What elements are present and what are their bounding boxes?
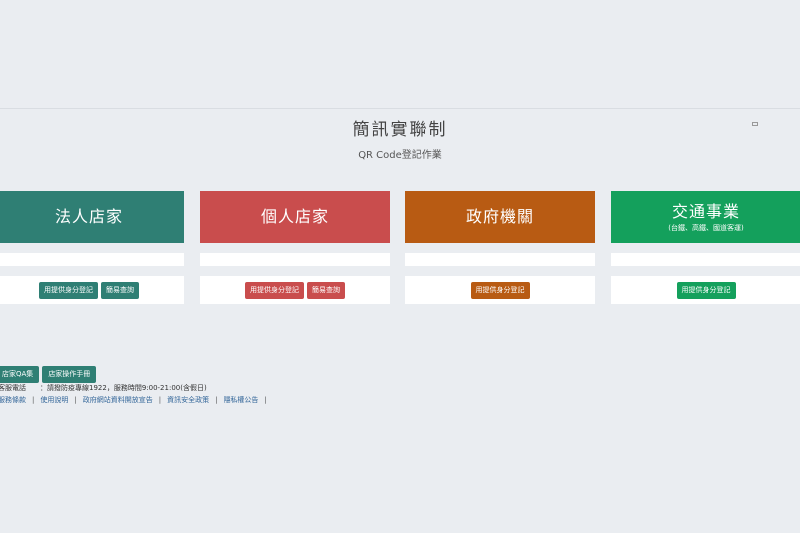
link-usage[interactable]: 使用說明	[40, 396, 68, 404]
card-header[interactable]: 法人店家	[0, 191, 184, 243]
register-button[interactable]: 用提供身分登記	[470, 281, 530, 299]
link-privacy[interactable]: 隱私權公告	[223, 396, 258, 404]
register-button[interactable]: 用提供身分登記	[245, 281, 304, 299]
card-actions: 用提供身分登記 簡易查詢	[0, 276, 184, 304]
link-terms[interactable]: 服務條款	[0, 396, 26, 404]
card-actions: 用提供身分登記 簡易查詢	[200, 276, 390, 304]
card-header[interactable]: 政府機關	[405, 191, 595, 243]
card-actions: 用提供身分登記	[611, 276, 800, 304]
card-header[interactable]: 交通事業 (台鐵、高鐵、國道客運)	[611, 191, 800, 243]
store-manual-button[interactable]: 店家操作手冊	[42, 366, 97, 383]
card-title: 個人店家	[260, 207, 329, 226]
quick-query-button[interactable]: 簡易查詢	[101, 281, 139, 299]
register-button[interactable]: 用提供身分登記	[39, 281, 98, 299]
card-subtitle: (台鐵、高鐵、國道客運)	[668, 223, 744, 232]
page-header: 簡訊實聯制 QR Code登記作業	[0, 118, 800, 161]
footer-links: 服務條款 | 使用說明 | 政府網站資料開放宣告 | 資訊安全政策 | 隱私權公告 |	[0, 395, 273, 405]
link-open-data[interactable]: 政府網站資料開放宣告	[83, 396, 153, 404]
card-title: 政府機關	[465, 207, 534, 226]
card-title: 交通事業	[671, 201, 740, 221]
card-title: 法人店家	[54, 207, 123, 226]
card-government-agency: 政府機關 用提供身分登記	[405, 191, 595, 304]
quick-query-button[interactable]: 簡易查詢	[307, 281, 345, 299]
card-transport-business: 交通事業 (台鐵、高鐵、國道客運) 用提供身分登記	[611, 191, 800, 304]
link-security-policy[interactable]: 資訊安全政策	[167, 396, 209, 404]
card-actions: 用提供身分登記	[405, 276, 595, 304]
card-header[interactable]: 個人店家	[200, 191, 390, 243]
page-subtitle: QR Code登記作業	[358, 150, 442, 161]
link-separator: |	[158, 396, 162, 404]
link-separator: |	[74, 396, 77, 404]
link-separator: |	[264, 396, 267, 404]
hotline-info: 客服電話 ：請撥防疫專線1922，服務時間9:00-21:00(含假日)	[0, 383, 207, 393]
register-button[interactable]: 用提供身分登記	[676, 281, 736, 299]
card-legal-store: 法人店家 用提供身分登記 簡易查詢	[0, 191, 184, 304]
top-divider	[0, 108, 800, 109]
card-individual-store: 個人店家 用提供身分登記 簡易查詢	[200, 191, 390, 304]
store-qa-button[interactable]: 店家QA集	[0, 366, 40, 383]
window-icon[interactable]	[752, 122, 758, 126]
link-separator: |	[32, 396, 35, 404]
hotline-value: ：請撥防疫專線1922，服務時間9:00-21:00(含假日)	[40, 384, 207, 392]
link-separator: |	[215, 396, 218, 404]
footer-buttons: 店家QA集 店家操作手冊	[0, 366, 97, 383]
page-title: 簡訊實聯制	[352, 120, 448, 140]
hotline-label: 客服電話	[0, 384, 26, 392]
